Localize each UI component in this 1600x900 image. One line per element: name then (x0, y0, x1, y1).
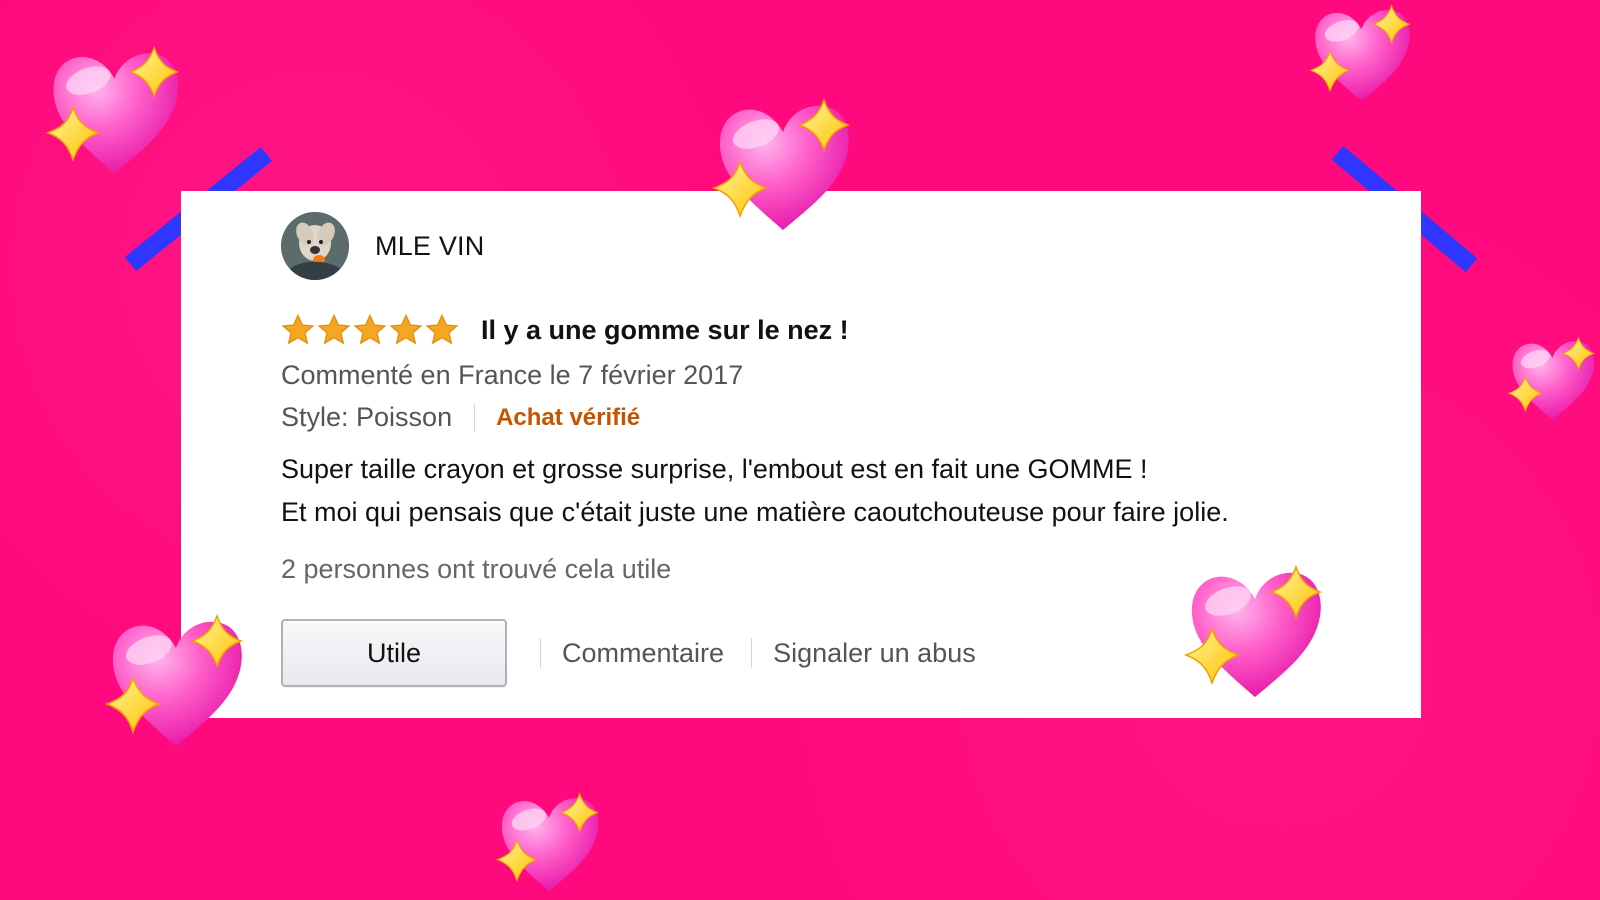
review-actions: Utile Commentaire Signaler un abus (281, 618, 976, 688)
sparkling-heart-icon (1180, 559, 1330, 709)
sparkling-heart-icon (1289, 0, 1434, 110)
helpful-button[interactable]: Utile (281, 619, 507, 687)
verified-purchase-badge: Achat vérifié (496, 403, 641, 431)
helpful-count: 2 personnes ont trouvé cela utile (281, 554, 672, 584)
review-meta: Style: Poisson Achat vérifié (281, 402, 640, 433)
sparkling-heart-icon (474, 788, 624, 900)
sparkling-heart-icon (1505, 310, 1600, 450)
author-row: MLE VIN (281, 210, 484, 282)
review-body-line: Super taille crayon et grosse surprise, … (281, 454, 1148, 484)
meta-separator (474, 403, 476, 432)
sparkling-heart-icon (42, 40, 187, 185)
product-style: Style: Poisson (281, 402, 453, 432)
star-icon (389, 313, 423, 345)
review-body: Super taille crayon et grosse surprise, … (281, 448, 1361, 534)
star-icon (425, 313, 459, 345)
star-icon (353, 313, 387, 345)
dog-avatar-icon (281, 212, 349, 280)
action-separator (751, 638, 753, 668)
review-date: Commenté en France le 7 février 2017 (281, 360, 744, 390)
report-abuse-link[interactable]: Signaler un abus (773, 638, 976, 669)
review-author-name[interactable]: MLE VIN (375, 231, 484, 262)
sparkling-heart-icon (708, 92, 858, 242)
action-separator (540, 638, 541, 668)
sparkling-heart-icon (101, 608, 251, 758)
review-title[interactable]: Il y a une gomme sur le nez ! (481, 315, 849, 346)
five-star-rating[interactable] (281, 313, 459, 347)
review-body-line: Et moi qui pensais que c'était juste une… (281, 497, 1229, 527)
comment-link[interactable]: Commentaire (562, 638, 724, 669)
rating-title-row: Il y a une gomme sur le nez ! (281, 310, 849, 350)
star-icon (317, 313, 351, 345)
star-icon (281, 313, 315, 345)
